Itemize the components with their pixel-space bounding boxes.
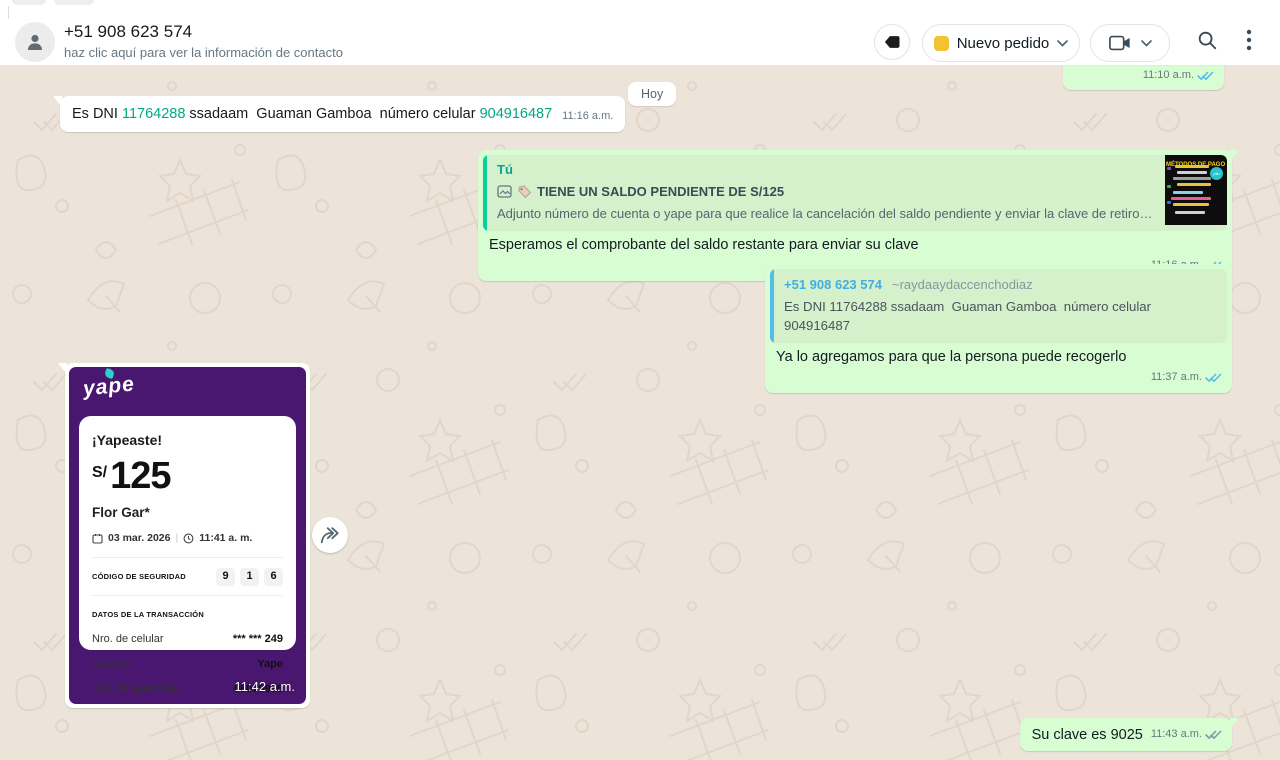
phone-link[interactable]: 904916487: [480, 106, 553, 122]
message-time: 11:37 a.m.: [1151, 368, 1202, 387]
row-label: Nro. de operación: [92, 680, 179, 699]
window-edge-shape: [12, 0, 46, 5]
clock-icon: [183, 533, 194, 544]
dni-link[interactable]: 11764288: [122, 106, 185, 122]
row-value: *** *** 249: [233, 630, 283, 649]
chevron-down-icon: [1057, 40, 1068, 47]
avatar[interactable]: [15, 22, 55, 62]
date-separator: |: [175, 529, 178, 548]
chat-panel: Sí me indica por favor 11:10 a.m. Hoy Es…: [0, 0, 1280, 760]
chat-header: +51 908 623 574 haz clic aquí para ver l…: [0, 0, 1280, 66]
quote-author: +51 908 623 574: [784, 277, 882, 292]
message-text: Esperamos el comprobante del saldo resta…: [483, 231, 1227, 255]
message-text: Es DNI 11764288 ssadaam Guaman Gamboa nú…: [72, 105, 552, 124]
bubble-tail: [57, 363, 67, 375]
read-receipt-icon: [1197, 70, 1214, 81]
yape-logo: yape: [82, 374, 136, 398]
security-digit: 6: [264, 568, 283, 586]
search-button[interactable]: [1196, 29, 1218, 54]
row-label: Destino: [92, 655, 129, 674]
quoted-message[interactable]: +51 908 623 574 ~raydaaydaccenchodiaz Es…: [770, 269, 1227, 343]
message-time: 11:43 a.m.: [1151, 725, 1202, 744]
person-icon: [23, 30, 47, 54]
forward-button[interactable]: [312, 517, 348, 553]
quote-preview: Adjunto número de cuenta o yape para que…: [497, 204, 1155, 223]
plin-badge: plin: [1210, 167, 1223, 180]
search-icon: [1196, 29, 1218, 51]
message-text: Su clave es 9025: [1032, 726, 1143, 745]
security-code-label: CÓDIGO DE SEGURIDAD: [92, 567, 186, 586]
receipt-title: ¡Yapeaste!: [92, 431, 283, 450]
contact-status: haz clic aquí para ver la información de…: [64, 44, 343, 62]
kebab-menu-icon: [1246, 29, 1252, 51]
currency-symbol: S/: [92, 463, 107, 482]
receipt-date: 03 mar. 2026: [108, 529, 170, 548]
security-digit: 9: [216, 568, 235, 586]
quote-text: Es DNI 11764288 ssadaam Guaman Gamboa nú…: [784, 297, 1217, 335]
message-bubble-receipt[interactable]: yape ¡Yapeaste! S/ 125 Flor Gar* 03 mar.…: [65, 363, 310, 708]
bubble-tail: [52, 96, 62, 108]
quote-author: Tú: [497, 161, 1155, 179]
contact-info[interactable]: +51 908 623 574 haz clic aquí para ver l…: [64, 22, 343, 62]
label-icon: [882, 32, 902, 52]
new-order-label: Nuevo pedido: [957, 35, 1050, 52]
labels-button[interactable]: [874, 24, 910, 60]
row-value: Yape: [257, 655, 283, 674]
receipt-time: 11:41 a. m.: [199, 529, 252, 548]
order-tag-icon: [934, 36, 949, 51]
bubble-tail: [1230, 150, 1240, 162]
amount-value: 125: [110, 458, 170, 494]
photo-icon: [497, 185, 512, 198]
window-edge-line: [8, 6, 9, 19]
quote-author-alias: ~raydaaydaccenchodiaz: [892, 277, 1033, 292]
date-divider: Hoy: [628, 82, 676, 106]
message-bubble-saldo[interactable]: Tú TIENE UN SALDO PENDIENTE DE S/125 Adj…: [478, 150, 1232, 281]
message-bubble-dni[interactable]: Es DNI 11764288 ssadaam Guaman Gamboa nú…: [60, 96, 625, 132]
quoted-message[interactable]: Tú TIENE UN SALDO PENDIENTE DE S/125 Adj…: [483, 155, 1227, 231]
new-order-button[interactable]: Nuevo pedido: [922, 24, 1080, 62]
transaction-row: Nro. de celular *** *** 249: [92, 630, 283, 649]
bubble-tail: [1230, 718, 1240, 730]
menu-button[interactable]: [1246, 29, 1252, 54]
message-text: Ya lo agregamos para que la persona pued…: [770, 343, 1227, 367]
forward-arrow-icon: [319, 525, 341, 545]
contact-name: +51 908 623 574: [64, 22, 343, 42]
video-call-button[interactable]: [1090, 24, 1170, 62]
yape-receipt-image[interactable]: yape ¡Yapeaste! S/ 125 Flor Gar* 03 mar.…: [69, 367, 306, 704]
tag-emoji-icon: [517, 185, 532, 199]
delivered-receipt-icon: [1205, 729, 1222, 740]
transaction-row: Destino Yape: [92, 655, 283, 674]
quote-title: TIENE UN SALDO PENDIENTE DE S/125: [537, 182, 784, 201]
message-time: 11:42 a.m.: [235, 677, 295, 696]
quote-thumbnail[interactable]: MÉTODOS DE PAGO plin: [1165, 155, 1227, 225]
chevron-down-icon: [1141, 40, 1152, 47]
message-time: 11:16 a.m.: [562, 107, 613, 126]
message-bubble-clave[interactable]: Su clave es 9025 11:43 a.m.: [1020, 718, 1232, 751]
message-bubble-agregado[interactable]: +51 908 623 574 ~raydaaydaccenchodiaz Es…: [765, 264, 1232, 393]
transaction-section-label: DATOS DE LA TRANSACCIÓN: [92, 605, 283, 624]
security-digit: 1: [240, 568, 259, 586]
calendar-icon: [92, 533, 103, 544]
read-receipt-icon: [1205, 372, 1222, 383]
receipt-card: ¡Yapeaste! S/ 125 Flor Gar* 03 mar. 2026…: [79, 416, 296, 650]
row-label: Nro. de celular: [92, 630, 164, 649]
recipient-name: Flor Gar*: [92, 503, 283, 522]
window-edge-shape: [54, 0, 94, 5]
message-time: 11:10 a.m.: [1143, 66, 1194, 85]
video-camera-icon: [1109, 35, 1131, 51]
